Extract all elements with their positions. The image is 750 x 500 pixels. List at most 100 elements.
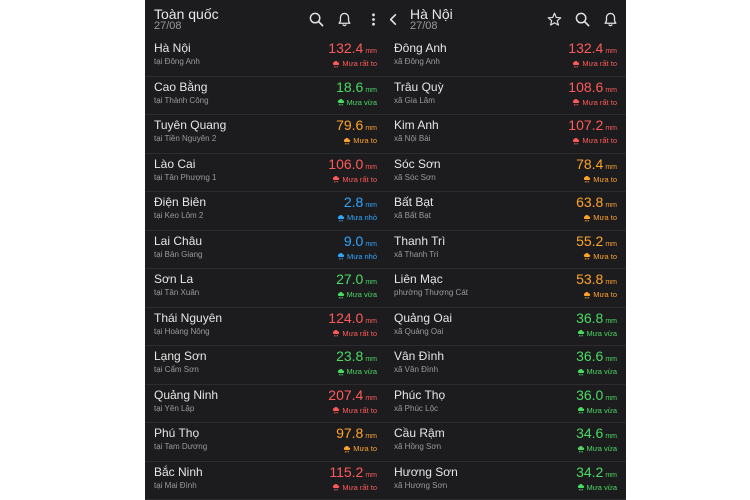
- list-item[interactable]: Lạng Sơn tại Cẩm Sơn 23.8 mm Mưa vừa: [145, 346, 386, 385]
- rain-cloud-icon: [337, 98, 344, 106]
- list-item[interactable]: Sơn La tại Tân Xuân 27.0 mm Mưa vừa: [145, 269, 386, 308]
- rain-intensity-label: Mưa rất to: [572, 59, 617, 68]
- rain-cloud-icon: [584, 175, 591, 183]
- rainfall-number: 108.6: [568, 78, 604, 95]
- back-chevron-icon[interactable]: [386, 11, 401, 27]
- location-name: Thái Nguyên: [154, 310, 223, 325]
- rainfall-number: 115.2: [329, 463, 364, 480]
- location-name: Điện Biên: [154, 195, 207, 209]
- district-list: Đông Anh xã Đông Anh 132.4 mm Mưa rất to Trâu…: [386, 38, 626, 500]
- list-item[interactable]: Phúc Thọ xã Phúc Lộc 36.0 mm Mưa vừa: [386, 385, 626, 423]
- list-item[interactable]: Quảng Oai xã Quảng Oai 36.8 mm Mưa vừa: [386, 308, 626, 346]
- rain-intensity-text: Mưa vừa: [586, 367, 617, 376]
- location-name: Phúc Thọ: [394, 387, 446, 402]
- list-item[interactable]: Kim Anh xã Nội Bài 107.2 mm Mưa rất to: [386, 115, 626, 154]
- rainfall-unit: mm: [605, 394, 617, 402]
- station-label: xã Vân Đình: [394, 365, 439, 374]
- rainfall-unit: mm: [365, 202, 377, 209]
- rain-cloud-icon: [337, 252, 345, 260]
- rain-intensity-text: Mưa to: [593, 251, 617, 261]
- station-label: xã Thanh Trì: [394, 249, 439, 259]
- list-item[interactable]: Quảng Ninh tại Yên Lập 207.4 mm Mưa rất to: [145, 385, 386, 423]
- list-item[interactable]: Đông Anh xã Đông Anh 132.4 mm Mưa rất to: [386, 38, 626, 77]
- location-name: Bắc Ninh: [154, 464, 203, 479]
- bell-icon[interactable]: [602, 11, 618, 27]
- station-label: tại Tân Phượng 1: [154, 172, 217, 182]
- rain-intensity-text: Mưa rất to: [582, 136, 617, 145]
- location-name: Hà Nội: [154, 41, 191, 55]
- rainfall-value: 36.6 mm: [576, 348, 617, 364]
- list-item[interactable]: Thanh Trì xã Thanh Trì 55.2 mm Mưa to: [386, 231, 626, 269]
- list-item[interactable]: Vân Đình xã Vân Đình 36.6 mm Mưa vừa: [386, 346, 626, 385]
- location-name: Lai Châu: [154, 233, 203, 248]
- list-item[interactable]: Cầu Rậm xã Hồng Sơn 34.6 mm Mưa vừa: [386, 423, 626, 462]
- station-label: tại Tân Xuân: [154, 288, 200, 297]
- station-label: tại Tiền Nguyên 2: [154, 134, 217, 143]
- list-item[interactable]: Phú Thọ tại Tam Dương 97.8 mm Mưa to: [145, 423, 386, 462]
- rain-cloud-icon: [573, 60, 580, 68]
- rainfall-number: 34.6: [576, 425, 604, 441]
- rainfall-value: 97.8 mm: [336, 425, 377, 441]
- station-label: xã Quảng Oai: [394, 326, 444, 336]
- rainfall-value: 132.4 mm: [328, 40, 377, 56]
- rain-intensity-label: Mưa vừa: [577, 329, 617, 338]
- list-item[interactable]: Hương Sơn xã Hương Sơn 34.2 mm Mưa vừa: [386, 462, 626, 500]
- rainfall-number: 97.8: [336, 425, 364, 441]
- rainfall-unit: mm: [605, 163, 617, 171]
- bell-icon[interactable]: [336, 11, 352, 27]
- rain-intensity-label: Mưa rất to: [332, 406, 377, 415]
- location-name: Quảng Ninh: [154, 387, 219, 402]
- rain-cloud-icon: [577, 368, 584, 376]
- rainfall-number: 107.2: [568, 117, 604, 133]
- rain-intensity-label: Mưa rất to: [572, 136, 617, 145]
- search-icon[interactable]: [574, 11, 590, 27]
- rainfall-number: 9.0: [343, 232, 364, 249]
- rain-cloud-icon: [577, 329, 584, 337]
- station-label: xã Hồng Sơn: [394, 442, 442, 451]
- rainfall-number: 36.0: [576, 386, 604, 403]
- rainfall-unit: mm: [605, 471, 617, 479]
- rainfall-unit: mm: [365, 394, 377, 402]
- station-label: tại Bản Giang: [154, 249, 203, 259]
- rainfall-number: 106.0: [328, 155, 364, 172]
- station-label: tại Mai Đình: [154, 480, 197, 490]
- rainfall-value: 207.4 mm: [328, 387, 377, 403]
- rainfall-value: 9.0 mm: [344, 233, 377, 249]
- station-label: tại Tam Dương: [154, 442, 208, 451]
- rain-intensity-text: Mưa vừa: [586, 444, 617, 453]
- rainfall-value: 34.6 mm: [576, 425, 617, 441]
- search-icon[interactable]: [308, 11, 324, 27]
- rain-intensity-text: Mưa to: [353, 136, 377, 145]
- list-item[interactable]: Liên Mạc phường Thượng Cát 53.8 mm Mưa to: [386, 269, 626, 308]
- rain-intensity-text: Mưa rất to: [342, 328, 377, 338]
- station-label: tại Keo Lôm 2: [154, 211, 204, 220]
- station-label: xã Sóc Sơn: [394, 172, 436, 182]
- list-item[interactable]: Điện Biên tại Keo Lôm 2 2.8 mm Mưa nhỏ: [145, 192, 386, 231]
- station-label: xã Bất Bạt: [394, 211, 431, 220]
- rainfall-value: 18.6 mm: [336, 79, 377, 95]
- rainfall-number: 36.8: [576, 309, 604, 326]
- list-item[interactable]: Lai Châu tại Bản Giang 9.0 mm Mưa nhỏ: [145, 231, 386, 269]
- rain-cloud-icon: [577, 406, 584, 414]
- rain-intensity-text: Mưa to: [593, 213, 617, 222]
- list-item[interactable]: Cao Bằng tại Thành Công 18.6 mm Mưa vừa: [145, 77, 386, 115]
- rain-cloud-icon: [333, 406, 340, 414]
- list-item[interactable]: Trâu Quỳ xã Gia Lâm 108.6 mm Mưa rất to: [386, 77, 626, 115]
- list-item[interactable]: Lào Cai tại Tân Phượng 1 106.0 mm Mưa rất to: [145, 154, 386, 192]
- rain-intensity-label: Mưa rất to: [572, 98, 617, 107]
- list-item[interactable]: Tuyên Quang tại Tiền Nguyên 2 79.6 mm Mưa to: [145, 115, 386, 154]
- list-item[interactable]: Bất Bạt xã Bất Bạt 63.8 mm Mưa to: [386, 192, 626, 231]
- rainfall-unit: mm: [365, 279, 377, 286]
- rain-cloud-icon: [337, 291, 344, 299]
- list-item[interactable]: Bắc Ninh tại Mai Đình 115.2 mm Mưa rất to: [145, 462, 386, 500]
- list-item[interactable]: Hà Nội tại Đông Anh 132.4 mm Mưa rất to: [145, 38, 386, 77]
- rainfall-unit: mm: [605, 202, 617, 209]
- list-item[interactable]: Thái Nguyên tại Hoàng Nông 124.0 mm Mưa rất …: [145, 308, 386, 346]
- rain-intensity-text: Mưa to: [593, 290, 617, 299]
- list-item[interactable]: Sóc Sơn xã Sóc Sơn 78.4 mm Mưa to: [386, 154, 626, 192]
- rainfall-number: 124.0: [328, 309, 364, 326]
- star-icon[interactable]: [546, 11, 562, 27]
- more-vertical-icon[interactable]: [365, 11, 381, 27]
- station-label: tại Thành Công: [154, 95, 209, 105]
- rain-cloud-icon: [584, 291, 591, 299]
